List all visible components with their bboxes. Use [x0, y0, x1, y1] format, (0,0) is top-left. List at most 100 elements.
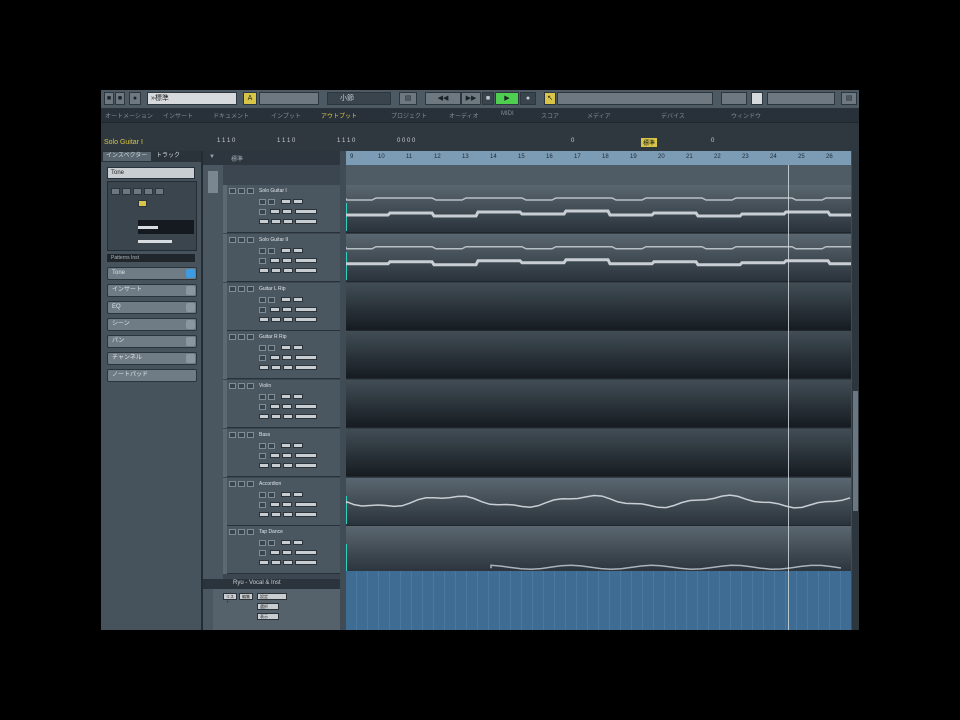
track-drag-handle[interactable] — [223, 477, 227, 526]
info-mute-value[interactable]: 0 — [571, 138, 574, 144]
pan-field[interactable] — [295, 414, 317, 419]
lower-button[interactable]: 編集 — [239, 593, 253, 600]
folder-part-lanes[interactable] — [346, 571, 851, 630]
record-button[interactable]: ● — [520, 92, 536, 105]
track-monitor-icon[interactable] — [247, 236, 254, 243]
pan-field[interactable] — [295, 267, 317, 273]
track-record-icon[interactable] — [238, 383, 245, 389]
track-header[interactable]: Guitar L Rip — [223, 282, 340, 331]
track-drag-handle[interactable] — [223, 282, 227, 331]
write-toggle[interactable] — [293, 394, 303, 399]
inspector-section[interactable]: チャンネル — [107, 352, 197, 365]
menu-item[interactable]: アウトプット — [321, 111, 357, 120]
track-expand-icon[interactable] — [229, 431, 236, 438]
track-list-preset[interactable]: 標準 — [231, 154, 243, 163]
edit-icon[interactable] — [259, 501, 266, 508]
section-toggle-icon[interactable] — [186, 337, 195, 346]
edit-icon[interactable] — [259, 404, 266, 410]
volume-field[interactable] — [295, 257, 317, 263]
write-toggle[interactable] — [293, 296, 303, 302]
solo-icon[interactable] — [268, 345, 275, 352]
window-icon[interactable]: ■ — [115, 92, 125, 105]
quantize-selector[interactable] — [767, 92, 835, 105]
preset-selector[interactable]: »標準 — [147, 92, 237, 105]
lane-toggle[interactable] — [270, 209, 280, 214]
menu-item[interactable]: スコア — [541, 111, 559, 120]
constrain-icon[interactable]: A — [243, 92, 257, 105]
settings-icon[interactable]: ▤ — [841, 92, 857, 105]
tool-buttons[interactable] — [557, 92, 713, 105]
mute-icon[interactable] — [259, 345, 266, 352]
freeze-toggle[interactable] — [282, 209, 292, 214]
track-header[interactable]: Bass — [223, 428, 340, 477]
read-toggle[interactable] — [281, 345, 291, 351]
info-mode-value[interactable]: 標準 — [641, 138, 658, 147]
playback-cursor[interactable] — [788, 165, 789, 630]
lane-toggle[interactable] — [270, 452, 280, 458]
freeze-toggle[interactable] — [282, 257, 292, 263]
menu-item[interactable]: MIDI — [501, 111, 514, 117]
track-header[interactable]: Tap Dance — [223, 526, 340, 575]
section-toggle-icon[interactable] — [186, 269, 195, 278]
solo-icon[interactable] — [268, 442, 275, 449]
volume-field[interactable] — [295, 306, 317, 312]
pan-field[interactable] — [295, 560, 317, 566]
section-toggle-icon[interactable] — [186, 354, 195, 363]
track-monitor-icon[interactable] — [247, 431, 254, 438]
track-expand-icon[interactable] — [229, 236, 236, 243]
send-toggle[interactable] — [283, 267, 293, 273]
edit-icon[interactable] — [259, 209, 266, 215]
track-name[interactable]: Tap Dance — [259, 529, 283, 535]
volume-field[interactable] — [295, 452, 317, 458]
send-toggle[interactable] — [283, 560, 293, 566]
menu-item[interactable]: デバイス — [661, 111, 685, 120]
snap-type-icon[interactable] — [751, 92, 763, 105]
inspector-routing[interactable]: Patterns Inst — [107, 254, 195, 262]
freeze-button[interactable] — [138, 200, 147, 207]
volume-field[interactable] — [295, 550, 317, 556]
track-monitor-icon[interactable] — [247, 334, 254, 341]
inspector-section[interactable]: Tone — [107, 267, 197, 280]
eq-toggle[interactable] — [271, 414, 281, 419]
tab-inspector[interactable]: インスペクター — [103, 152, 151, 161]
solo-button[interactable] — [122, 188, 131, 195]
track-monitor-icon[interactable] — [247, 285, 254, 292]
info-offset-value[interactable]: 0 0 0 0 — [397, 138, 415, 144]
info-transpose-value[interactable]: 0 — [711, 138, 714, 144]
menu-item[interactable]: オートメーション — [105, 111, 153, 120]
edit-icon[interactable] — [259, 550, 266, 557]
tab-track[interactable]: トラック — [153, 152, 199, 161]
volume-field[interactable] — [295, 404, 317, 409]
menu-item[interactable]: メディア — [587, 111, 611, 120]
rewind-button[interactable]: ◀◀ — [425, 92, 461, 105]
write-button[interactable] — [144, 188, 153, 195]
view-buttons[interactable] — [259, 92, 319, 105]
track-drag-handle[interactable] — [223, 526, 227, 575]
track-record-icon[interactable] — [238, 285, 245, 292]
track-record-icon[interactable] — [238, 188, 245, 194]
eq-toggle[interactable] — [271, 560, 281, 566]
read-toggle[interactable] — [281, 491, 291, 497]
freeze-toggle[interactable] — [282, 306, 292, 312]
scrollbar-thumb[interactable] — [853, 391, 858, 511]
eq-toggle[interactable] — [271, 316, 281, 322]
track-selector[interactable] — [208, 171, 218, 193]
track-expand-icon[interactable] — [229, 334, 236, 341]
track-monitor-icon[interactable] — [247, 529, 254, 536]
inspector-section[interactable]: シーン — [107, 318, 197, 331]
menu-item[interactable]: インサート — [163, 111, 193, 120]
edit-icon[interactable] — [259, 355, 266, 362]
menu-item[interactable]: インプット — [271, 111, 301, 120]
track-record-icon[interactable] — [238, 236, 245, 243]
forward-button[interactable]: ▶▶ — [461, 92, 481, 105]
record-icon[interactable]: ● — [129, 92, 141, 105]
freeze-toggle[interactable] — [282, 404, 292, 409]
track-name[interactable]: Guitar R Rip — [259, 334, 287, 340]
mute-icon[interactable] — [259, 394, 266, 400]
solo-icon[interactable] — [268, 394, 275, 400]
track-expand-icon[interactable] — [229, 480, 236, 487]
track-record-icon[interactable] — [238, 480, 245, 487]
section-toggle-icon[interactable] — [186, 286, 195, 295]
track-monitor-icon[interactable] — [247, 383, 254, 389]
mute-icon[interactable] — [259, 442, 266, 449]
